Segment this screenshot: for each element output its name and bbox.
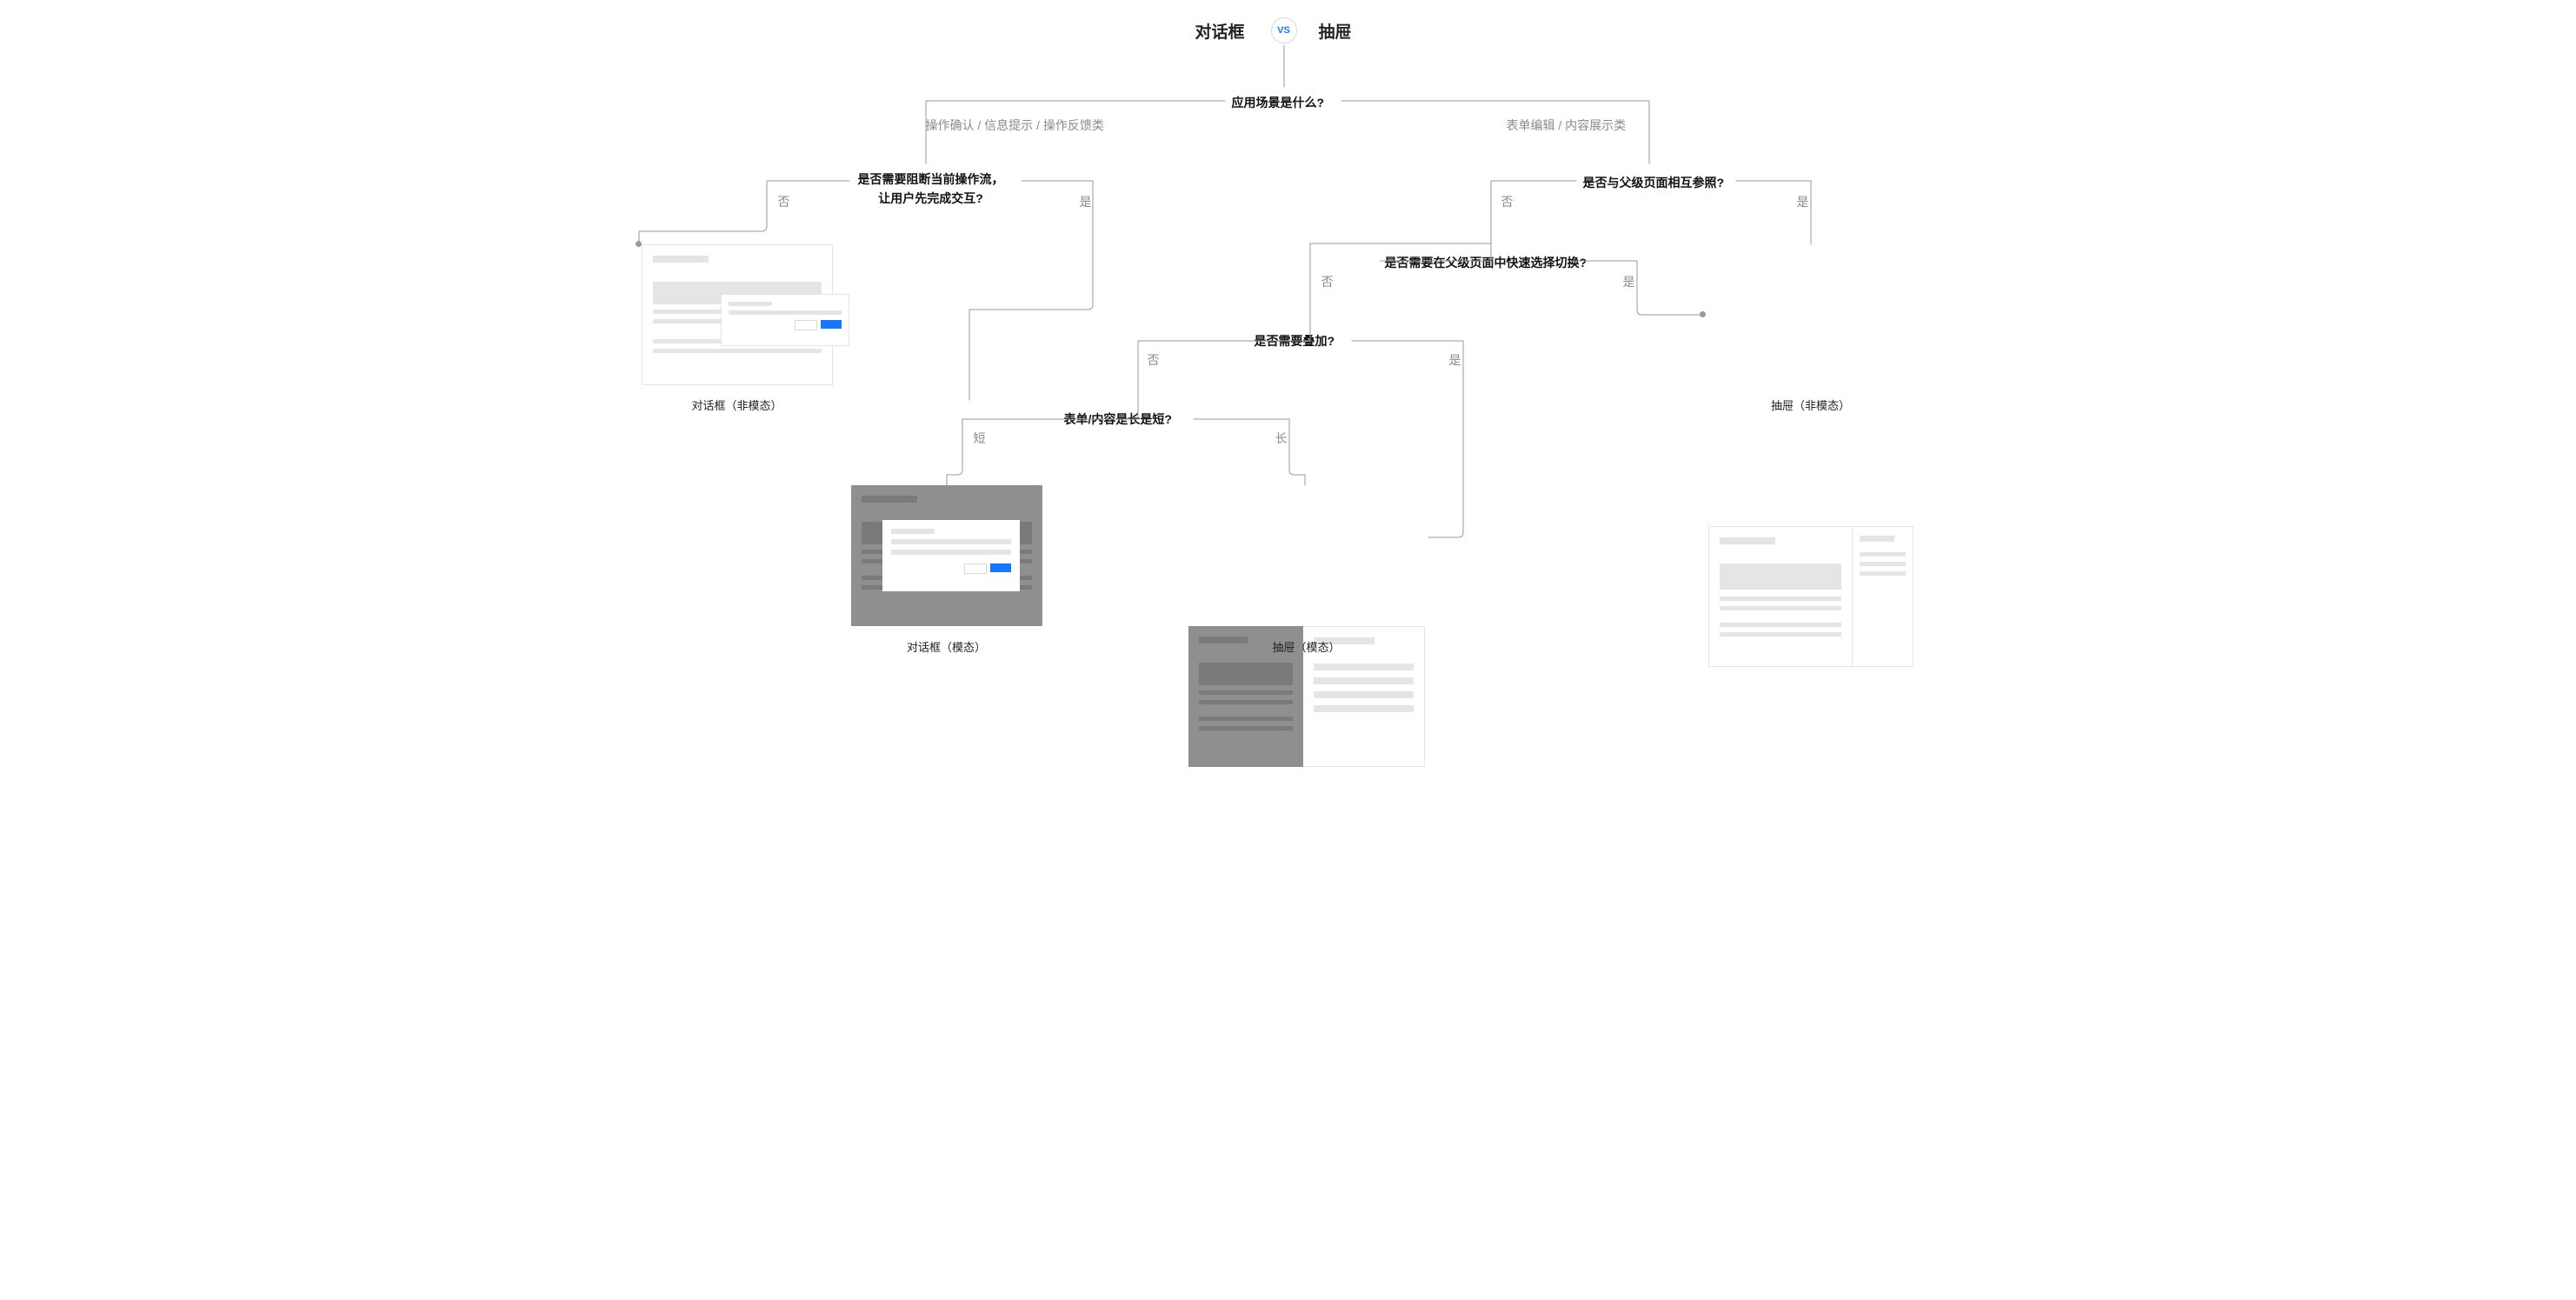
thumb-drawer-nonmodal — [1708, 526, 1914, 667]
branch-hint-right: 表单编辑 / 内容展示类 — [1507, 117, 1627, 134]
label-no-1: 否 — [778, 193, 790, 210]
question-long-short: 表单/内容是长是短? — [1064, 410, 1172, 428]
label-yes-4: 是 — [1449, 351, 1461, 369]
question-overlay: 是否需要叠加? — [1255, 332, 1335, 350]
caption-drawer-modal: 抽屉（模态） — [1188, 638, 1425, 655]
caption-dialog-nonmodal: 对话框（非模态） — [642, 397, 833, 413]
question-quick-switch: 是否需要在父级页面中快速选择切换? — [1385, 254, 1588, 271]
branch-hint-left: 操作确认 / 信息提示 / 操作反馈类 — [926, 117, 1104, 134]
question-parent-ref: 是否与父级页面相互参照? — [1583, 174, 1725, 191]
label-no-4: 否 — [1148, 351, 1160, 369]
caption-dialog-modal: 对话框（模态） — [851, 638, 1042, 655]
label-yes-3: 是 — [1623, 273, 1635, 290]
caption-drawer-nonmodal: 抽屉（非模态） — [1708, 397, 1914, 413]
label-short: 短 — [974, 430, 986, 447]
label-long: 长 — [1275, 430, 1288, 447]
label-no-3: 否 — [1321, 273, 1334, 290]
decision-diagram: 对话框 VS 抽屉 应用场景是什么? 操作确认 / 信息提示 / 操作反馈类 表… — [606, 0, 1971, 691]
vs-label: VS — [1277, 25, 1290, 36]
terminal-dot — [1700, 311, 1706, 317]
question-block-flow: 是否需要阻断当前操作流， 让用户先完成交互? — [858, 170, 1004, 209]
label-yes-2: 是 — [1797, 193, 1809, 210]
thumb-dialog-nonmodal — [642, 244, 833, 385]
vs-badge: VS — [1271, 17, 1297, 43]
header-title-right: 抽屉 — [1319, 19, 1352, 43]
label-no-2: 否 — [1501, 193, 1514, 210]
header-title-left: 对话框 — [1195, 19, 1245, 43]
question-root: 应用场景是什么? — [1232, 94, 1325, 111]
label-yes-1: 是 — [1080, 193, 1092, 210]
thumb-dialog-modal — [851, 485, 1042, 626]
terminal-dot — [636, 241, 642, 247]
